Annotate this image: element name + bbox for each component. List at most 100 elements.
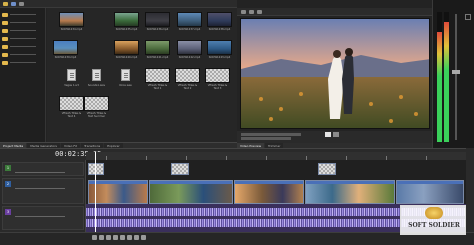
preview-toolbar (237, 8, 432, 16)
title-thumbnail (175, 68, 200, 83)
timeline-clip[interactable] (88, 180, 148, 204)
video-preview (240, 18, 430, 129)
timeline-clip[interactable] (149, 180, 233, 204)
media-tile[interactable]: VEGAS Titles & Text 4 (59, 96, 84, 119)
folder-icon (2, 12, 8, 17)
title-thumbnail (59, 96, 84, 111)
timeline-clip[interactable] (305, 180, 395, 204)
media-tile[interactable]: SOOW1239.mp4 (53, 40, 78, 63)
frame-info-line (241, 137, 291, 140)
folder-icon (2, 44, 8, 49)
meter-right (444, 12, 449, 142)
media-tile[interactable]: SOOW1241.mp4 (145, 40, 170, 63)
media-tile[interactable]: Vegas 1.srt (59, 68, 84, 91)
video-thumbnail (207, 12, 232, 27)
tree-item[interactable] (2, 12, 36, 17)
record-icon[interactable] (92, 235, 97, 240)
timeline-ruler[interactable] (86, 152, 466, 160)
video-thumbnail (53, 40, 78, 55)
track-number: 3 (5, 209, 11, 215)
mute-icon[interactable] (465, 14, 471, 20)
folder-tree (0, 8, 46, 142)
view-icon[interactable] (19, 2, 24, 6)
media-tile[interactable]: SOOW1235.mp4 (114, 12, 139, 35)
media-tile[interactable]: SOOW1240.mp4 (114, 40, 139, 63)
media-tile[interactable]: SOOW1237.mp4 (177, 12, 202, 35)
track-header-1[interactable]: 1 (2, 162, 84, 176)
track-number: 2 (5, 181, 11, 187)
media-tile[interactable]: VEGAS Titles & Text 2 (175, 68, 200, 91)
media-tile[interactable]: VEGAS Titles & Text Summer (84, 96, 109, 119)
folder-icon (2, 52, 8, 57)
media-tile[interactable]: SOOW1238.mp4 (207, 12, 232, 35)
settings-icon[interactable] (241, 10, 246, 14)
title-thumbnail (205, 68, 230, 83)
play-icon[interactable] (325, 132, 331, 137)
tree-item[interactable] (2, 60, 36, 65)
media-tile[interactable]: SOOW1234.mp4 (59, 12, 84, 35)
watermark: SOFT SOLDIER (400, 205, 466, 235)
volume-slider[interactable] (15, 216, 65, 217)
media-tile[interactable]: VEGAS Titles & Text 1 (145, 68, 170, 91)
stop-icon[interactable] (333, 132, 339, 137)
master-bus-meters (432, 0, 474, 148)
media-tile[interactable]: SOOW1242.mp4 (177, 40, 202, 63)
project-info-line (241, 133, 301, 136)
title-thumbnail (84, 96, 109, 111)
video-thumbnail (177, 40, 202, 55)
timeline-clip[interactable] (318, 163, 336, 175)
level-slider[interactable] (15, 172, 65, 173)
vertical-scrollbar[interactable] (466, 148, 474, 232)
fader-handle[interactable] (452, 70, 460, 74)
title-thumbnail (145, 68, 170, 83)
media-tile[interactable]: Sounds1.wav (84, 68, 109, 91)
tree-item[interactable] (2, 36, 36, 41)
folder-icon (2, 36, 8, 41)
preview-frame (241, 19, 429, 128)
play-from-start-icon[interactable] (106, 235, 111, 240)
folder-icon[interactable] (3, 2, 8, 6)
track-headers: 1 2 3 (0, 160, 86, 232)
video-thumbnail (145, 40, 170, 55)
media-explorer: SOOW1234.mp4 SOOW1235.mp4 SOOW1236.mp4 S… (47, 8, 237, 142)
refresh-icon[interactable] (11, 2, 16, 6)
preview-info-panel (237, 131, 432, 143)
track-header-2[interactable]: 2 (2, 178, 84, 204)
stop-icon[interactable] (127, 235, 132, 240)
video-thumbnail (59, 12, 84, 27)
meter-left (437, 12, 442, 142)
folder-icon (2, 60, 8, 65)
timeline-clip[interactable] (88, 163, 104, 175)
prev-frame-icon[interactable] (134, 235, 139, 240)
playhead-cursor[interactable] (95, 152, 96, 232)
level-slider[interactable] (15, 188, 65, 189)
media-tile[interactable]: Voice.wav (113, 68, 138, 91)
explorer-toolbar (0, 0, 237, 8)
next-frame-icon[interactable] (141, 235, 146, 240)
media-tile[interactable]: SOOW1236.mp4 (145, 12, 170, 35)
timeline-clip[interactable] (234, 180, 304, 204)
overlay-icon[interactable] (257, 10, 262, 14)
tree-item[interactable] (2, 52, 36, 57)
media-tile[interactable]: SOOW1243.mp4 (207, 40, 232, 63)
timeline-clip[interactable] (396, 180, 464, 204)
video-thumbnail (145, 12, 170, 27)
tree-item[interactable] (2, 20, 36, 25)
logo-icon (425, 207, 443, 219)
video-editor-window: { "explorer": { "tiles": [ {"label": "SO… (0, 0, 474, 245)
timeline-clip[interactable] (171, 163, 189, 175)
loop-icon[interactable] (99, 235, 104, 240)
split-screen-icon[interactable] (249, 10, 254, 14)
pause-icon[interactable] (120, 235, 125, 240)
audio-file-icon (92, 69, 101, 81)
tree-item[interactable] (2, 28, 36, 33)
track-header-3[interactable]: 3 (2, 206, 84, 230)
folder-icon (2, 28, 8, 33)
tree-item[interactable] (2, 44, 36, 49)
video-thumbnail (114, 40, 139, 55)
media-tile[interactable]: VEGAS Titles & Text 3 (205, 68, 230, 91)
fader-track[interactable] (455, 14, 457, 140)
track-number: 1 (5, 165, 11, 171)
audio-file-icon (121, 69, 130, 81)
play-icon[interactable] (113, 235, 118, 240)
